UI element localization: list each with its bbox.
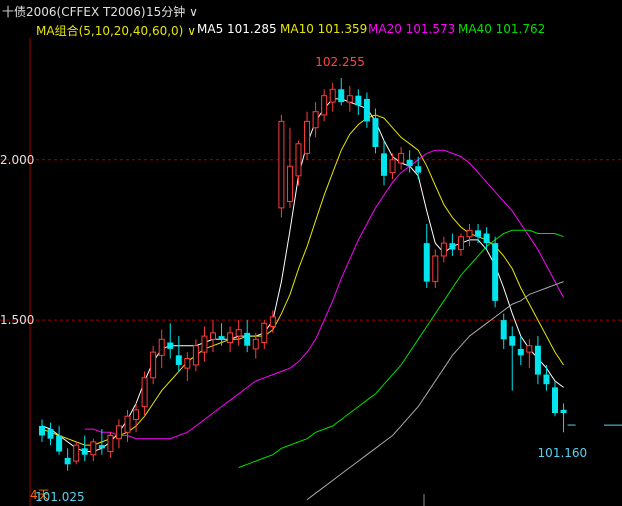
candle-body-down [218, 336, 225, 340]
candle-body-up [312, 111, 319, 129]
ma-line-ma5 [41, 98, 564, 452]
candle-body-down [355, 95, 362, 106]
candle-body-down [423, 243, 430, 282]
candle-body-down [415, 166, 422, 173]
candlestick-chart[interactable]: 2.0001.500 102.255101.1604天101.025 [0, 0, 622, 506]
candle-body-down [381, 153, 387, 176]
candle-body-up [124, 415, 131, 433]
candle-body-up [346, 95, 353, 103]
candle-body-down [483, 233, 490, 244]
candle-body-down [98, 445, 105, 449]
candle-body-up [389, 159, 396, 174]
candle-body-down [56, 435, 63, 452]
candle-body-down [363, 98, 370, 122]
candle-body-up [432, 255, 439, 283]
candle-body-up [526, 345, 533, 353]
candle-body-up [304, 120, 311, 154]
candle-body-up [141, 377, 148, 408]
candle-body-down [64, 457, 71, 465]
candle-body-up [440, 242, 447, 257]
candle-body-down [167, 342, 174, 349]
candles [39, 78, 567, 471]
candle-body-down [552, 387, 558, 414]
candle-body-down [560, 409, 567, 414]
candle-body-up [295, 143, 302, 177]
candle-body-up [150, 351, 157, 379]
candle-body-down [517, 348, 524, 356]
candle-body-down [492, 243, 499, 301]
candle-body-up [210, 332, 216, 340]
candle-body-up [192, 345, 199, 366]
candle-body-down [500, 320, 507, 340]
candle-body-up [329, 88, 336, 103]
candle-body-up [227, 332, 234, 344]
candle-body-up [278, 120, 285, 209]
candle-body-up [269, 316, 276, 327]
candle-body-down [81, 448, 88, 455]
candle-body-up [252, 338, 259, 350]
candle-body-up [286, 165, 293, 202]
candle-body-up [115, 425, 122, 440]
ma-line-ma40 [238, 229, 564, 468]
candle-body-down [449, 243, 456, 250]
candle-body-up [398, 152, 405, 164]
candle-body-up [107, 434, 114, 453]
ma-lines [41, 98, 565, 500]
candle-body-down [406, 159, 413, 167]
candle-body-down [39, 425, 45, 436]
candle-body-down [47, 429, 54, 439]
candle-body-down [543, 374, 550, 385]
candle-body-down [475, 230, 482, 237]
candle-body-up [133, 409, 140, 420]
last-price-label: 101.160 [538, 446, 588, 460]
candle-body-up [261, 322, 268, 344]
ma-line-ma10 [41, 114, 565, 446]
candle-body-down [244, 332, 251, 346]
candle-body-up [90, 441, 97, 456]
candle-body-down [534, 345, 541, 375]
candle-body-down [372, 118, 379, 147]
candle-body-down [509, 336, 516, 346]
y-tick-label: 1.500 [0, 313, 34, 327]
candle-body-up [201, 335, 208, 353]
high-price-label: 102.255 [315, 55, 365, 69]
candle-body-up [73, 444, 80, 462]
candle-body-up [321, 95, 328, 116]
ma-line-ma20 [84, 149, 565, 440]
candle-body-down [175, 355, 182, 365]
candle-body-down [338, 89, 345, 103]
candle-body-up [457, 236, 464, 251]
candle-body-up [466, 229, 473, 238]
candle-body-up [235, 329, 242, 337]
candle-body-up [158, 338, 165, 356]
y-tick-label: 2.000 [0, 153, 34, 167]
low-price-label: 101.025 [35, 490, 85, 504]
grid-lines: 2.000 1.500 [0, 153, 622, 327]
candle-body-up [184, 358, 191, 369]
